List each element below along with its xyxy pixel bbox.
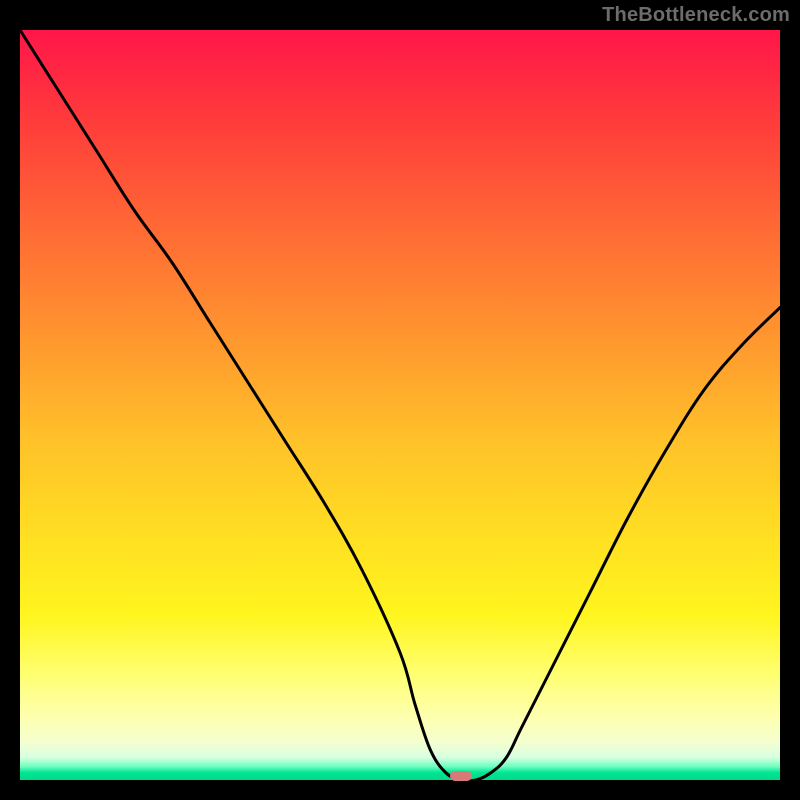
optimal-point-marker [450,771,472,781]
bottleneck-chart: TheBottleneck.com [0,0,800,800]
bottleneck-curve [20,30,780,780]
plot-area [20,30,780,780]
curve-layer [20,30,780,780]
watermark-text: TheBottleneck.com [602,4,790,27]
